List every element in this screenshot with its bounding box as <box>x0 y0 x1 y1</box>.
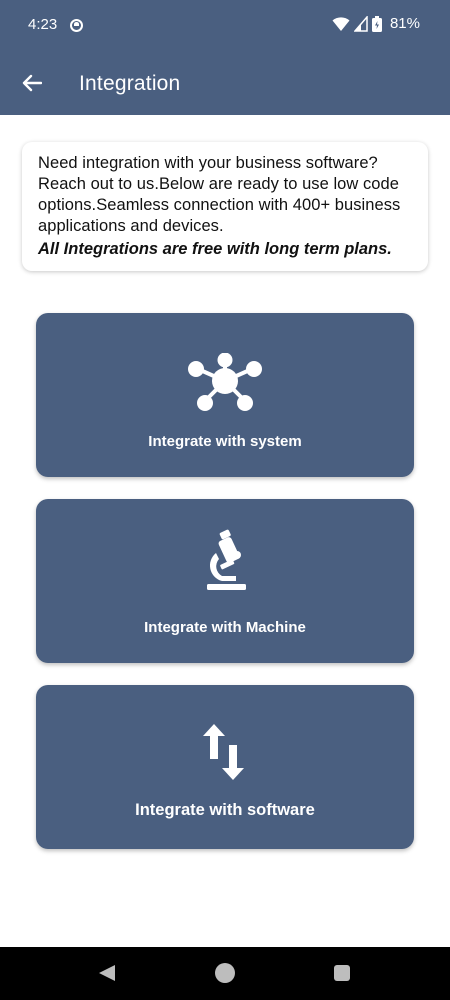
toolbar: Integration <box>0 52 450 115</box>
status-indicators: 81% <box>332 15 420 32</box>
integrate-system-card[interactable]: Integrate with system <box>36 313 414 477</box>
signal-icon <box>353 15 368 32</box>
info-note: All Integrations are free with long term… <box>38 240 392 258</box>
nav-home-button[interactable] <box>215 963 235 983</box>
swap-vertical-arrows-icon <box>203 724 244 780</box>
battery-icon <box>371 15 382 32</box>
status-bar: 4:23 81% <box>0 0 450 52</box>
notification-icon <box>70 19 83 32</box>
info-description: Need integration with your business soft… <box>38 154 401 235</box>
info-card: Need integration with your business soft… <box>22 142 428 271</box>
app-header: 4:23 81% Integration <box>0 0 450 115</box>
nav-back-icon[interactable] <box>98 964 116 982</box>
page-title: Integration <box>79 72 181 95</box>
microscope-icon <box>207 529 246 590</box>
integration-screen: 4:23 81% Integration Need integration wi… <box>0 0 450 1000</box>
arrow-left-icon <box>22 74 42 92</box>
integrate-software-card[interactable]: Integrate with software <box>36 685 414 849</box>
wifi-icon <box>332 16 350 31</box>
integrate-machine-card[interactable]: Integrate with Machine <box>36 499 414 663</box>
status-time: 4:23 <box>28 16 58 33</box>
system-nav-bar <box>0 947 450 1000</box>
battery-percent: 81% <box>389 15 420 32</box>
hub-network-icon <box>188 353 262 411</box>
integrate-software-label: Integrate with software <box>135 801 315 819</box>
back-button[interactable] <box>14 65 50 101</box>
integrate-system-label: Integrate with system <box>148 433 302 450</box>
integrate-machine-label: Integrate with Machine <box>144 619 306 636</box>
nav-recents-button[interactable] <box>334 965 350 981</box>
